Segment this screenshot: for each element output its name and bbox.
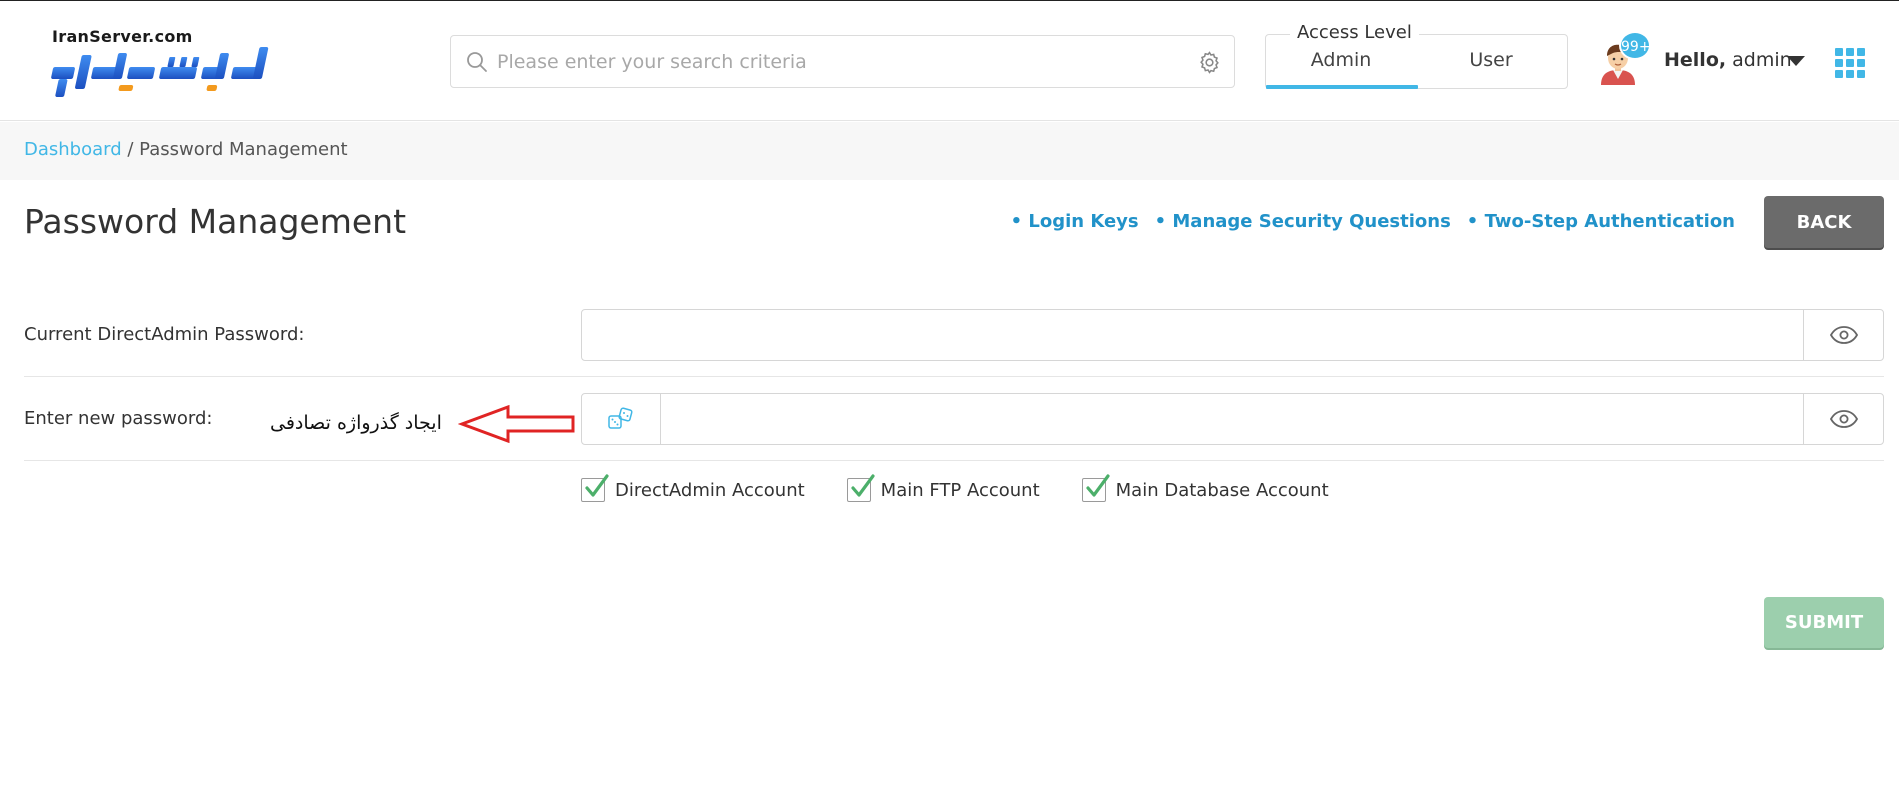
checkbox-label: Main FTP Account [880, 479, 1040, 501]
eye-icon [1829, 410, 1858, 428]
top-header: IranServer.com Please enter your search … [0, 0, 1899, 121]
new-password-field [581, 393, 1884, 445]
search-icon [467, 52, 487, 72]
logo-mark [51, 47, 269, 97]
page-title: Password Management [24, 202, 407, 241]
checkbox[interactable] [581, 474, 609, 502]
notification-badge[interactable]: 99+ [1619, 31, 1651, 60]
related-links: • Login Keys • Manage Security Questions… [1011, 211, 1735, 232]
toggle-visibility-button[interactable] [1803, 394, 1883, 444]
dice-icon [608, 407, 633, 429]
checkbox-label: DirectAdmin Account [615, 479, 805, 501]
apps-grid-icon[interactable] [1835, 48, 1865, 78]
checkmark-icon [585, 474, 609, 497]
new-password-input[interactable] [674, 394, 1794, 444]
checkmark-icon [851, 474, 875, 497]
manage-security-questions-link[interactable]: • Manage Security Questions [1155, 211, 1451, 232]
logo-domain: IranServer.com [52, 27, 193, 46]
toggle-visibility-button[interactable] [1803, 310, 1883, 360]
checkbox[interactable] [1081, 474, 1110, 502]
two-step-authentication-link[interactable]: • Two-Step Authentication [1467, 211, 1735, 232]
search-box[interactable] [450, 35, 1235, 88]
row-divider [24, 376, 1884, 377]
access-tab-admin[interactable]: Admin [1266, 49, 1416, 71]
chevron-down-icon[interactable] [1787, 56, 1805, 66]
generate-random-password-button[interactable] [582, 394, 661, 444]
breadcrumb-dashboard-link[interactable]: Dashboard [24, 139, 122, 160]
new-password-label: Enter new password: [24, 408, 213, 429]
current-password-field [581, 309, 1884, 361]
login-keys-link[interactable]: • Login Keys [1011, 211, 1139, 232]
active-tab-indicator [1266, 85, 1418, 89]
checkbox-main-database-account[interactable]: Main Database Account [1081, 474, 1329, 502]
current-password-input[interactable] [594, 310, 1794, 360]
breadcrumb: Dashboard / Password Management [24, 139, 348, 160]
checkbox-label: Main Database Account [1115, 479, 1329, 501]
row-divider [24, 460, 1884, 461]
username: admin [1732, 49, 1792, 71]
annotation-arrow [458, 404, 575, 444]
eye-icon [1829, 326, 1858, 344]
back-button[interactable]: BACK [1764, 196, 1884, 248]
logo[interactable]: IranServer.com [40, 27, 290, 102]
breadcrumb-bar: Dashboard / Password Management [0, 122, 1899, 180]
breadcrumb-current: Password Management [139, 139, 348, 160]
account-checkboxes: DirectAdmin Account Main FTP Account Mai… [581, 474, 1329, 502]
current-password-label: Current DirectAdmin Password: [24, 324, 305, 345]
breadcrumb-separator: / [121, 139, 140, 160]
gear-icon[interactable] [1197, 50, 1222, 75]
user-greeting[interactable]: Hello, admin [1664, 49, 1792, 71]
submit-button[interactable]: SUBMIT [1764, 597, 1884, 648]
access-tab-user[interactable]: User [1416, 49, 1566, 71]
checkbox-directadmin-account[interactable]: DirectAdmin Account [581, 474, 805, 502]
access-level-switcher: Access Level Admin User [1265, 22, 1568, 89]
checkbox[interactable] [846, 474, 875, 502]
random-password-hint: ایجاد گذرواژه تصادفی [270, 412, 442, 434]
search-input[interactable] [497, 44, 1177, 80]
greeting-label: Hello, [1664, 49, 1727, 71]
access-level-legend: Access Level [1290, 22, 1419, 43]
checkmark-icon [1086, 474, 1110, 497]
checkbox-main-ftp-account[interactable]: Main FTP Account [846, 474, 1040, 502]
